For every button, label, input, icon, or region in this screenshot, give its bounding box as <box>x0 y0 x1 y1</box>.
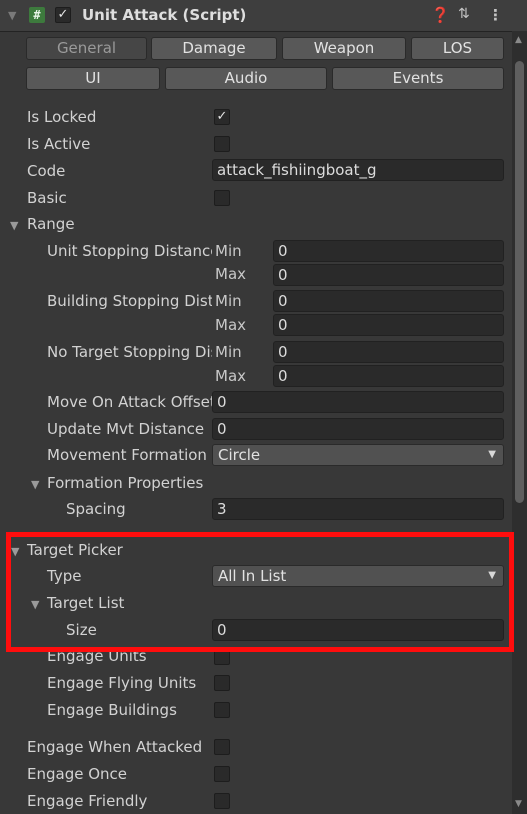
target-list-label: Target List <box>47 594 125 612</box>
update-mvt-distance-input[interactable]: 0 <box>212 418 504 440</box>
engage-units-label: Engage Units <box>47 647 147 665</box>
move-on-attack-offset-label: Move On Attack Offset <box>47 393 212 411</box>
scroll-down-icon[interactable]: ▼ <box>515 799 522 809</box>
building-stopping-max-label: Max <box>215 316 247 334</box>
engage-once-checkbox[interactable] <box>214 766 230 782</box>
tab-los[interactable]: LOS <box>411 37 504 60</box>
engage-when-attacked-checkbox[interactable] <box>214 739 230 755</box>
no-target-stopping-min-input[interactable]: 0 <box>273 341 504 363</box>
component-enabled-checkbox[interactable]: ✓ <box>55 7 71 23</box>
basic-checkbox[interactable] <box>214 190 230 206</box>
is-locked-checkbox[interactable]: ✓ <box>214 109 230 125</box>
engage-units-checkbox[interactable] <box>214 649 230 665</box>
tab-damage[interactable]: Damage <box>151 37 277 60</box>
help-icon[interactable]: ❓ <box>431 6 450 24</box>
building-stopping-min-input[interactable]: 0 <box>273 290 504 312</box>
tab-general[interactable]: General <box>26 37 147 60</box>
engage-once-label: Engage Once <box>27 765 128 783</box>
is-active-checkbox[interactable] <box>214 136 230 152</box>
engage-flying-units-checkbox[interactable] <box>214 675 230 691</box>
building-stopping-max-input[interactable]: 0 <box>273 314 504 336</box>
target-picker-label: Target Picker <box>27 541 123 559</box>
move-on-attack-offset-input[interactable]: 0 <box>212 391 504 413</box>
unit-stopping-min-label: Min <box>215 242 242 260</box>
more-icon[interactable]: ⋮ <box>488 6 503 24</box>
movement-formation-label: Movement Formation <box>47 446 207 464</box>
unit-stopping-max-label: Max <box>215 265 247 283</box>
scroll-up-icon[interactable]: ▲ <box>515 35 522 45</box>
component-header: ▼ # ✓ Unit Attack (Script) ❓ ⇅ ⋮ <box>0 0 527 32</box>
no-target-stopping-max-input[interactable]: 0 <box>273 365 504 387</box>
formation-properties-fold-icon[interactable]: ▼ <box>31 478 39 491</box>
presets-icon[interactable]: ⇅ <box>458 6 470 22</box>
unit-stopping-distance-label: Unit Stopping Distance <box>47 242 212 260</box>
engage-buildings-label: Engage Buildings <box>47 701 177 719</box>
chevron-down-icon: ▼ <box>488 570 496 581</box>
range-label: Range <box>27 215 75 233</box>
building-stopping-min-label: Min <box>215 292 242 310</box>
basic-label: Basic <box>27 189 67 207</box>
code-input[interactable]: attack_fishiingboat_g <box>212 159 504 181</box>
scrollbar-thumb[interactable] <box>515 61 524 503</box>
engage-when-attacked-label: Engage When Attacked <box>27 738 203 756</box>
chevron-down-icon: ▼ <box>488 449 496 460</box>
code-label: Code <box>27 162 66 180</box>
spacing-input[interactable]: 3 <box>212 498 504 520</box>
target-type-value: All In List <box>218 567 287 585</box>
no-target-stopping-max-label: Max <box>215 367 247 385</box>
unit-stopping-max-input[interactable]: 0 <box>273 264 504 286</box>
engage-flying-units-label: Engage Flying Units <box>47 674 197 692</box>
no-target-stopping-min-label: Min <box>215 343 242 361</box>
tab-ui[interactable]: UI <box>26 67 160 90</box>
movement-formation-value: Circle <box>218 446 261 464</box>
tab-weapon[interactable]: Weapon <box>282 37 406 60</box>
no-target-stopping-distance-label: No Target Stopping Distance <box>47 343 212 361</box>
script-icon: # <box>29 7 45 23</box>
is-active-label: Is Active <box>27 135 91 153</box>
engage-friendly-checkbox[interactable] <box>214 793 230 809</box>
tab-events[interactable]: Events <box>332 67 504 90</box>
range-fold-icon[interactable]: ▼ <box>10 219 18 232</box>
building-stopping-distance-label: Building Stopping Distance <box>47 292 212 310</box>
movement-formation-dropdown[interactable]: Circle ▼ <box>212 444 504 466</box>
spacing-label: Spacing <box>66 500 126 518</box>
is-locked-label: Is Locked <box>27 108 97 126</box>
target-picker-fold-icon[interactable]: ▼ <box>11 545 19 558</box>
engage-friendly-label: Engage Friendly <box>27 792 148 810</box>
formation-properties-label: Formation Properties <box>47 474 204 492</box>
tab-audio[interactable]: Audio <box>165 67 327 90</box>
vertical-scrollbar[interactable]: ▲ ▼ <box>512 31 527 814</box>
component-fold-icon[interactable]: ▼ <box>8 9 16 22</box>
target-list-size-label: Size <box>66 621 97 639</box>
update-mvt-distance-label: Update Mvt Distance <box>47 420 205 438</box>
target-list-size-input[interactable]: 0 <box>212 619 504 641</box>
unit-stopping-min-input[interactable]: 0 <box>273 240 504 262</box>
target-type-label: Type <box>47 567 82 585</box>
target-type-dropdown[interactable]: All In List ▼ <box>212 565 504 587</box>
target-list-fold-icon[interactable]: ▼ <box>31 598 39 611</box>
engage-buildings-checkbox[interactable] <box>214 702 230 718</box>
component-title: Unit Attack (Script) <box>82 6 247 24</box>
